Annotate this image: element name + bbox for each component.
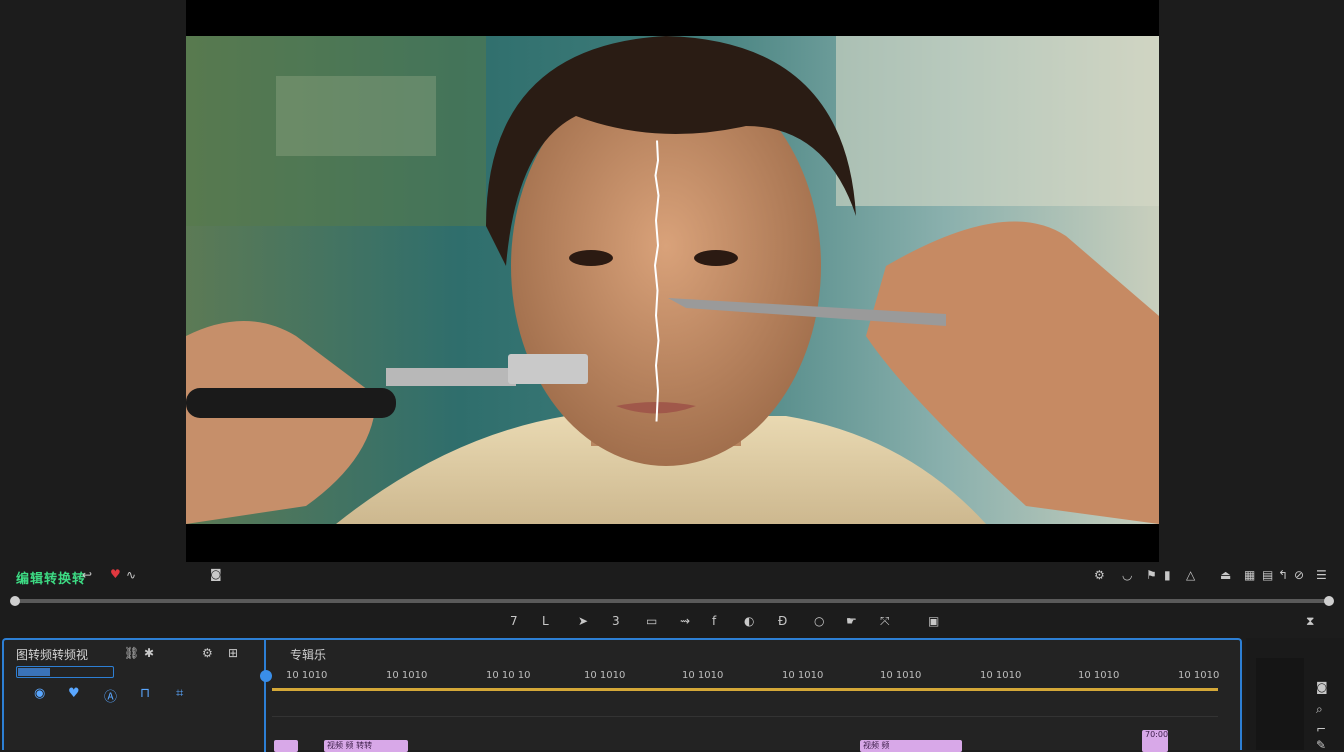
ruler-label: 10 1010 xyxy=(682,670,724,681)
split-line[interactable] xyxy=(654,0,660,562)
sequence-name: 图转频转频视 xyxy=(16,648,89,662)
step-button[interactable]: 3 xyxy=(612,614,620,628)
ruler-label: 10 1010 xyxy=(1178,670,1220,681)
triangle-icon[interactable]: △ xyxy=(1186,568,1195,582)
fx-button[interactable]: f xyxy=(712,614,716,628)
audio-meter xyxy=(1256,658,1304,750)
right-rail: ◙ ⌕ ⌐ ✎ xyxy=(1246,638,1344,752)
photo-icon[interactable]: ▤ xyxy=(1262,568,1273,582)
ruler-label: 10 1010 xyxy=(286,670,328,681)
scrubber-track[interactable] xyxy=(16,599,1328,603)
ruler-label: 10 1010 xyxy=(584,670,626,681)
hook-icon[interactable]: ⌐ xyxy=(1316,722,1326,736)
track-divider xyxy=(272,716,1218,717)
lock-icon[interactable]: ⊓ xyxy=(140,686,150,701)
timeline-panel: 图转频转频视 ⛓ ✱ ⚙ ⊞ ◉ ♥ Ⓐ ⊓ ⌗ 专辑乐 10 1010 10 … xyxy=(2,638,1242,752)
expand-button[interactable]: ⤧ xyxy=(880,614,890,629)
settings-small-icon[interactable]: ⚙ xyxy=(202,646,213,660)
time-ruler[interactable]: 10 1010 10 1010 10 10 10 10 1010 10 1010… xyxy=(272,670,1222,690)
undo-icon[interactable]: ↩ xyxy=(82,568,92,582)
ruler-label: 10 1010 xyxy=(880,670,922,681)
marker-heart-icon[interactable]: ♥ xyxy=(110,567,121,581)
export-icon[interactable]: ⏏ xyxy=(1220,568,1231,582)
camera-icon[interactable]: ◙ xyxy=(210,567,222,581)
scrubber-out-handle[interactable] xyxy=(1324,596,1334,606)
ruler-label: 10 1010 xyxy=(386,670,428,681)
playhead[interactable] xyxy=(264,640,266,752)
clip-badge: 70:00 xyxy=(1145,730,1168,739)
arrow-icon[interactable]: ↰ xyxy=(1278,568,1288,582)
wave-icon[interactable]: ∿ xyxy=(126,568,136,582)
camera-small-icon[interactable]: ◙ xyxy=(1316,680,1328,694)
ruler-label: 10 10 10 xyxy=(486,670,531,681)
monitor-scrubber[interactable] xyxy=(10,592,1334,608)
sync-icon[interactable]: ◉ xyxy=(34,686,45,701)
timeline-clip[interactable]: 视频 频 xyxy=(860,740,962,752)
loop-button[interactable]: ○ xyxy=(814,614,824,628)
grid-icon[interactable]: ▦ xyxy=(1244,568,1255,582)
sparkle-icon[interactable]: ✱ xyxy=(144,646,154,660)
timeline-clip[interactable] xyxy=(274,740,298,752)
marker-icon[interactable]: ⌗ xyxy=(176,686,183,701)
track-label: 专辑乐 xyxy=(290,648,327,662)
monitor-title: 编辑转换转 xyxy=(16,572,87,587)
link-icon[interactable]: ⛓ xyxy=(124,646,139,660)
compare-button[interactable]: ◐ xyxy=(744,614,754,628)
timeline-clip[interactable]: 70:00 xyxy=(1142,730,1168,752)
search-icon[interactable]: ⌕ xyxy=(1316,702,1323,716)
export-frame-button[interactable]: ▣ xyxy=(928,614,939,628)
program-monitor xyxy=(186,0,1159,562)
timeline-clip[interactable]: 视频 频 转转 xyxy=(324,740,408,752)
play-button[interactable]: ➤ xyxy=(578,614,588,628)
mark-in-button[interactable]: 7 xyxy=(510,614,518,628)
wrench-icon[interactable]: ⧗ xyxy=(1306,614,1314,628)
settings-icon[interactable]: ⚙ xyxy=(1094,568,1105,582)
safe-margin-button[interactable]: ▭ xyxy=(646,614,657,628)
hand-button[interactable]: ☛ xyxy=(846,614,857,628)
clip-icon[interactable]: ▮ xyxy=(1164,568,1171,582)
lift-button[interactable]: ⇝ xyxy=(680,614,690,628)
snap-icon[interactable]: ⊞ xyxy=(228,646,238,660)
ruler-label: 10 1010 xyxy=(1078,670,1120,681)
ruler-label: 10 1010 xyxy=(980,670,1022,681)
flag-icon[interactable]: ⚑ xyxy=(1146,568,1157,582)
trim-button[interactable]: Ɖ xyxy=(778,614,787,628)
video-frame xyxy=(186,36,1159,524)
shield-icon[interactable]: ◡ xyxy=(1122,568,1132,582)
monitor-controls: 编辑转换转 ↩ ♥ ∿ ◙ ⚙ ◡ ⚑ ▮ △ ⏏ ▦ ▤ ↰ ⊘ ☰ xyxy=(0,562,1344,592)
scrubber-in-handle[interactable] xyxy=(10,596,20,606)
transport-controls: 7 L ➤ 3 ▭ ⇝ f ◐ Ɖ ○ ☛ ⤧ ▣ xyxy=(490,612,960,634)
work-area-bar[interactable] xyxy=(272,688,1218,691)
ruler-label: 10 1010 xyxy=(782,670,824,681)
playhead-handle[interactable] xyxy=(260,670,272,682)
video-frame-image xyxy=(186,36,1159,524)
heart-icon[interactable]: ♥ xyxy=(68,686,80,701)
check-circle-icon[interactable]: ⊘ xyxy=(1294,568,1304,582)
menu-icon[interactable]: ☰ xyxy=(1316,568,1327,582)
timecode-fill xyxy=(18,668,50,676)
mark-out-button[interactable]: L xyxy=(542,614,549,628)
font-icon[interactable]: Ⓐ xyxy=(104,686,117,705)
timecode-field[interactable] xyxy=(16,666,114,678)
